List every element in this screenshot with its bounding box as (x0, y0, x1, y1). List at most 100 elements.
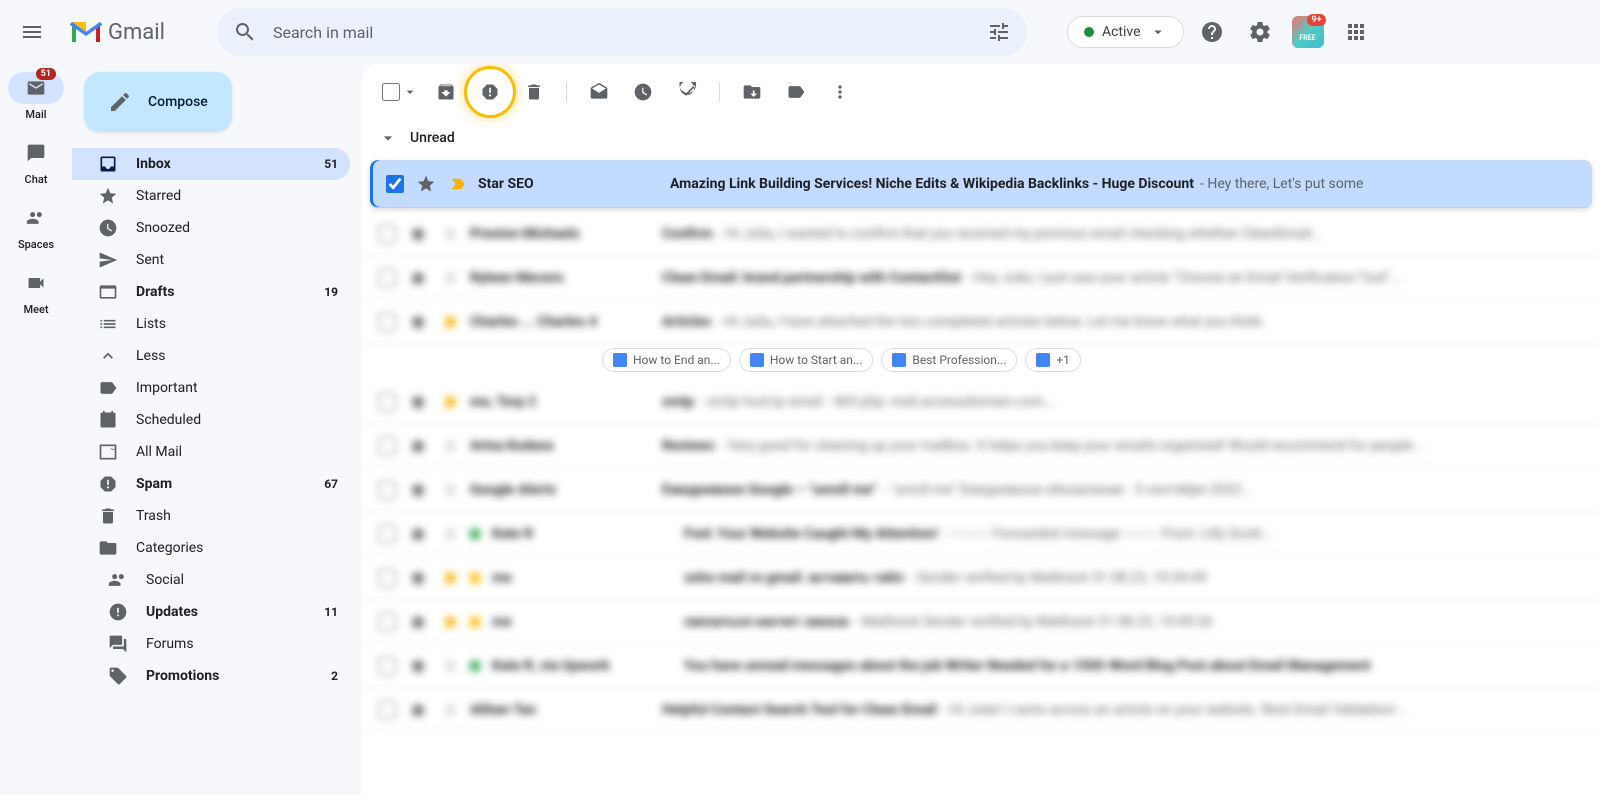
apps-button[interactable] (1336, 12, 1376, 52)
star-icon[interactable] (408, 612, 428, 632)
report-spam-button[interactable] (470, 72, 510, 112)
row-checkbox[interactable] (378, 225, 396, 243)
email-row[interactable]: Google Alerts Ежедневное Google – "unrol… (362, 468, 1600, 512)
row-checkbox[interactable] (378, 613, 396, 631)
row-checkbox[interactable] (378, 657, 396, 675)
mark-read-button[interactable] (579, 72, 619, 112)
nav-item-snoozed[interactable]: Snoozed (72, 212, 350, 244)
nav-item-forums[interactable]: Forums (72, 628, 350, 660)
labels-button[interactable] (776, 72, 816, 112)
nav-item-updates[interactable]: Updates 11 (72, 596, 350, 628)
star-icon[interactable] (408, 392, 428, 412)
email-row[interactable]: Star SEO Amazing Link Building Services!… (370, 160, 1592, 208)
nav-item-starred[interactable]: Starred (72, 180, 350, 212)
importance-marker[interactable] (448, 175, 466, 193)
email-row[interactable]: me связаться насчет заказа - Mailtrack S… (362, 600, 1600, 644)
nav-item-lists[interactable]: Lists (72, 308, 350, 340)
rail-chat[interactable]: Chat (8, 137, 64, 186)
search-options-button[interactable] (979, 12, 1019, 52)
importance-marker[interactable] (440, 657, 458, 675)
attachment-chip[interactable]: How to Start an... (739, 348, 874, 372)
row-checkbox[interactable] (378, 525, 396, 543)
importance-marker[interactable] (440, 701, 458, 719)
add-task-button[interactable] (667, 72, 707, 112)
row-checkbox[interactable] (378, 701, 396, 719)
gmail-logo[interactable]: Gmail (68, 18, 165, 46)
importance-marker[interactable] (440, 313, 458, 331)
importance-marker[interactable] (440, 269, 458, 287)
email-row[interactable]: me, Torp 2 smtp - smtp host:ip email - 4… (362, 380, 1600, 424)
row-subject-wrap: Confirm - Hi Julia, I wanted to confirm … (662, 226, 1584, 242)
importance-marker[interactable] (440, 393, 458, 411)
email-row[interactable]: Preston Michaels Confirm - Hi Julia, I w… (362, 212, 1600, 256)
nav-item-social[interactable]: Social (72, 564, 350, 596)
attachment-chip[interactable]: Best Profession... (881, 348, 1017, 372)
status-chip[interactable]: Active (1067, 16, 1184, 48)
main-menu-button[interactable] (8, 8, 56, 56)
search-bar[interactable] (217, 8, 1027, 56)
support-button[interactable] (1192, 12, 1232, 52)
archive-button[interactable] (426, 72, 466, 112)
star-icon[interactable] (416, 174, 436, 194)
nav-item-important[interactable]: Important (72, 372, 350, 404)
move-button[interactable] (732, 72, 772, 112)
row-checkbox[interactable] (378, 313, 396, 331)
star-icon[interactable] (408, 268, 428, 288)
nav-item-sent[interactable]: Sent (72, 244, 350, 276)
importance-marker[interactable] (440, 613, 458, 631)
email-row[interactable]: Ryleen Mecero Clean Email: brand partner… (362, 256, 1600, 300)
email-row[interactable]: Alihan Tan Helpful Contact Search Tool f… (362, 688, 1600, 732)
star-icon[interactable] (408, 568, 428, 588)
nav-item-scheduled[interactable]: Scheduled (72, 404, 350, 436)
rail-spaces[interactable]: Spaces (8, 202, 64, 251)
search-input[interactable] (265, 23, 979, 42)
star-icon[interactable] (408, 700, 428, 720)
attachment-chip[interactable]: How to End an... (602, 348, 731, 372)
row-checkbox[interactable] (378, 481, 396, 499)
rail-mail[interactable]: Mail 51 (8, 72, 64, 121)
email-row[interactable]: Charles ... Charles 4 Articles - Hi Juli… (362, 300, 1600, 344)
extension-button[interactable]: FREE 9+ (1288, 12, 1328, 52)
nav-item-promotions[interactable]: Promotions 2 (72, 660, 350, 692)
email-row[interactable]: Arina Kodava Reviews - Very good for cle… (362, 424, 1600, 468)
nav-item-categories[interactable]: Categories (72, 532, 350, 564)
row-checkbox[interactable] (378, 269, 396, 287)
row-checkbox[interactable] (378, 393, 396, 411)
importance-marker[interactable] (440, 437, 458, 455)
email-row[interactable]: Kate R, via Upwork You have unread messa… (362, 644, 1600, 688)
star-icon[interactable] (408, 524, 428, 544)
select-all-wrap[interactable] (378, 79, 422, 105)
attachment-chip[interactable]: +1 (1025, 348, 1081, 372)
star-icon[interactable] (408, 224, 428, 244)
row-checkbox[interactable] (386, 175, 404, 193)
nav-item-drafts[interactable]: Drafts 19 (72, 276, 350, 308)
search-button[interactable] (225, 12, 265, 52)
section-header-unread[interactable]: Unread (362, 120, 1600, 156)
importance-marker[interactable] (440, 569, 458, 587)
more-button[interactable] (820, 72, 860, 112)
importance-marker[interactable] (440, 481, 458, 499)
row-snippet: - Hey Julia, I just saw your article "Ch… (967, 270, 1402, 286)
nav-item-all-mail[interactable]: All Mail (72, 436, 350, 468)
email-row[interactable]: me zoho mail vs gmail. вставить табл - S… (362, 556, 1600, 600)
star-icon[interactable] (408, 436, 428, 456)
rail-meet[interactable]: Meet (8, 267, 64, 316)
star-icon[interactable] (408, 312, 428, 332)
delete-button[interactable] (514, 72, 554, 112)
compose-button[interactable]: Compose (84, 72, 232, 132)
row-checkbox[interactable] (378, 569, 396, 587)
nav-item-less[interactable]: Less (72, 340, 350, 372)
star-icon[interactable] (408, 480, 428, 500)
nav-item-trash[interactable]: Trash (72, 500, 350, 532)
row-checkbox[interactable] (378, 437, 396, 455)
star-icon[interactable] (408, 656, 428, 676)
settings-button[interactable] (1240, 12, 1280, 52)
importance-marker[interactable] (440, 525, 458, 543)
email-row[interactable]: Kate R Fwd: Your Website Caught My Atten… (362, 512, 1600, 556)
nav-item-inbox[interactable]: Inbox 51 (72, 148, 350, 180)
snooze-button[interactable] (623, 72, 663, 112)
nav-item-spam[interactable]: Spam 67 (72, 468, 350, 500)
doc-icon (1036, 353, 1050, 367)
importance-marker[interactable] (440, 225, 458, 243)
select-all-checkbox[interactable] (382, 83, 400, 101)
